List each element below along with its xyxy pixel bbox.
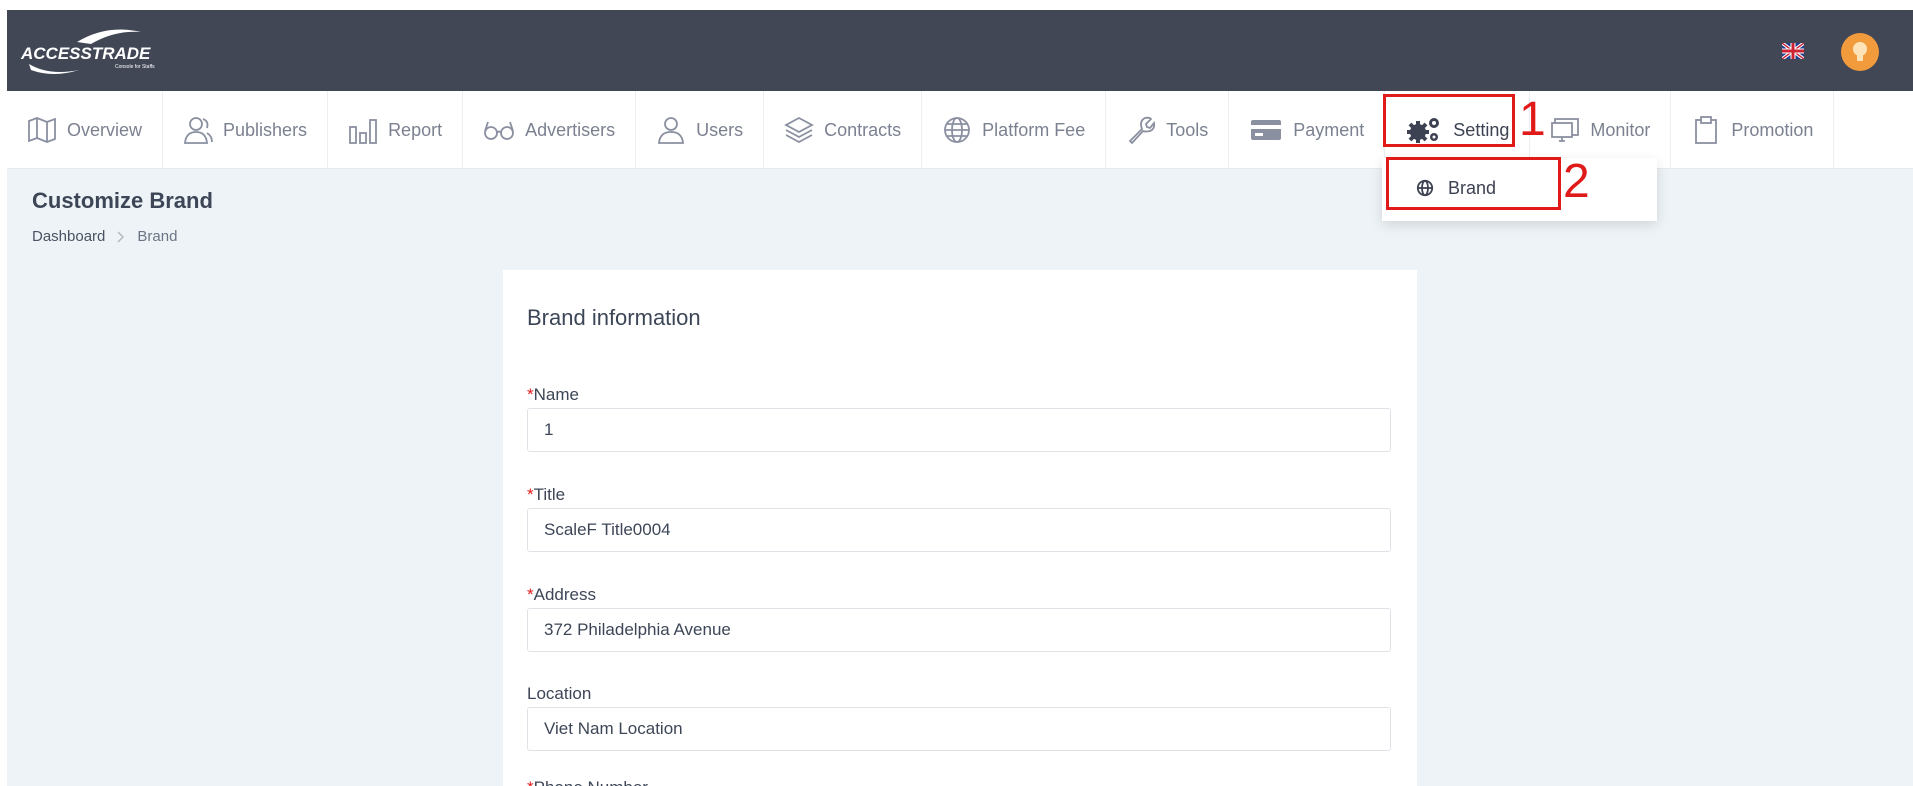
monitor-icon [1551,118,1580,142]
uk-flag-icon[interactable] [1780,41,1806,61]
map-icon [28,117,56,143]
nav-label: Platform Fee [982,119,1086,140]
nav-publishers[interactable]: Publishers [163,91,329,169]
credit-card-icon [1251,120,1282,140]
nav-report[interactable]: Report [328,91,464,169]
nav-label: Report [388,119,443,140]
nav-label: Payment [1293,119,1365,140]
nav-label: Overview [67,119,143,140]
nav-platform-fee[interactable]: Platform Fee [922,91,1107,169]
app-frame: ACCESSTRADE Console for Staffs Overview … [7,10,1913,786]
location-label: Location [527,684,592,703]
svg-text:ACCESSTRADE: ACCESSTRADE [20,44,151,63]
logo[interactable]: ACCESSTRADE Console for Staffs [19,26,179,80]
title-label: *Title [527,485,566,504]
title-field[interactable]: ScaleF Title0004 [527,508,1391,552]
layers-icon [784,116,815,144]
wrench-icon [1128,116,1156,145]
nav-contracts[interactable]: Contracts [764,91,923,169]
chevron-right-icon [117,231,125,242]
users-icon [184,117,213,144]
nav-label: Advertisers [525,119,616,140]
nav-label: Tools [1166,119,1209,140]
brand-info-card: Brand information *Name 1 *Title ScaleF … [503,270,1417,786]
page-title: Customize Brand [32,188,213,213]
globe-icon [944,117,971,143]
phone-number-label: *Phone Number [527,778,648,786]
card-title: Brand information [527,305,701,330]
nav-users[interactable]: Users [636,91,765,169]
svg-text:Console for Staffs: Console for Staffs [115,64,155,70]
address-label: *Address [527,585,596,604]
location-field[interactable]: Viet Nam Location [527,707,1391,751]
breadcrumb-dashboard[interactable]: Dashboard [32,228,105,245]
nav-label: Monitor [1590,119,1651,140]
glasses-icon [484,121,514,140]
nav-promotion[interactable]: Promotion [1671,91,1835,169]
top-header: ACCESSTRADE Console for Staffs [7,10,1913,91]
name-label: *Name [527,385,579,404]
nav-label: Contracts [824,119,902,140]
step-1-marker: 1 [1519,93,1546,146]
user-avatar[interactable] [1841,33,1879,71]
lightbulb-icon [1853,42,1867,61]
clipboard-icon [1695,116,1718,144]
user-icon [658,117,685,144]
nav-advertisers[interactable]: Advertisers [463,91,637,169]
nav-label: Promotion [1731,119,1814,140]
step-2-highlight [1386,157,1561,210]
address-field[interactable]: 372 Philadelphia Avenue [527,608,1391,652]
nav-tools[interactable]: Tools [1106,91,1230,169]
nav-label: Publishers [223,119,308,140]
breadcrumb: Dashboard Brand [32,228,177,245]
bar-chart-icon [349,119,377,144]
name-field[interactable]: 1 [527,408,1391,452]
breadcrumb-current: Brand [137,228,178,245]
nav-payment[interactable]: Payment [1229,91,1386,169]
step-1-highlight [1383,94,1515,147]
nav-label: Users [696,119,744,140]
nav-overview[interactable]: Overview [7,91,164,169]
step-2-marker: 2 [1563,155,1590,208]
